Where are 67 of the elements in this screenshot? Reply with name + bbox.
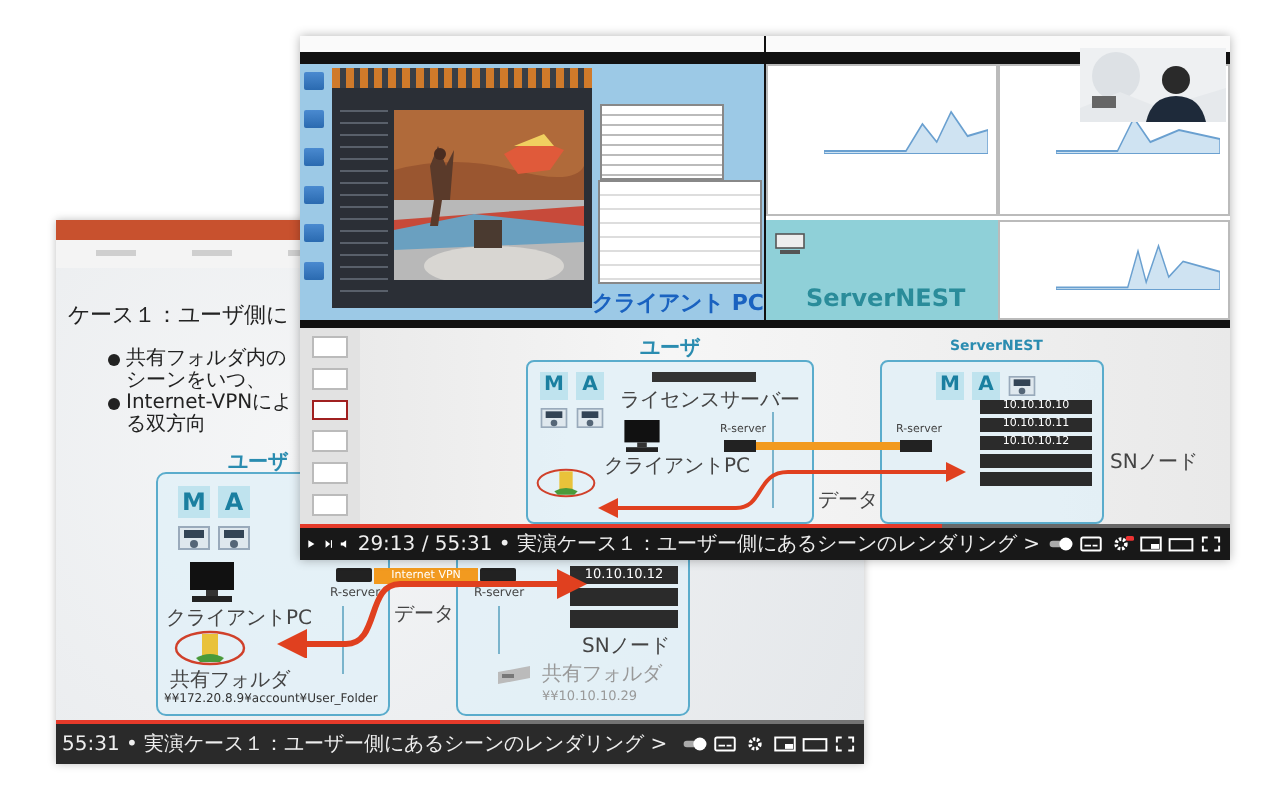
computer-icon xyxy=(620,420,664,452)
group-label: ユーザ xyxy=(640,335,700,362)
device-label: SNノード xyxy=(582,634,670,660)
subtitles-icon[interactable] xyxy=(1078,534,1105,554)
video-caption: 55:31 • 実演ケース１：ユーザー側にあるシーンのレンダリング > xyxy=(62,731,668,758)
router-icon xyxy=(336,568,372,582)
next-icon[interactable] xyxy=(323,534,333,554)
fullscreen-icon[interactable] xyxy=(1198,534,1225,554)
slide-thumbnail[interactable] xyxy=(312,367,348,390)
slide-thumbnail[interactable] xyxy=(312,336,348,358)
settings-icon[interactable] xyxy=(1108,534,1135,554)
server-node xyxy=(570,610,678,628)
device-label: クライアントPC xyxy=(166,606,313,632)
video-caption: 29:13 / 55:31 • 実演ケース１：ユーザー側にあるシーンのレンダリング > xyxy=(357,531,1041,558)
router-icon xyxy=(724,440,756,452)
folder-label: 共有フォルダ xyxy=(542,661,662,688)
app-icon: M xyxy=(936,372,964,400)
settings-icon[interactable] xyxy=(742,734,768,754)
slide-thumbnail[interactable] xyxy=(312,399,348,421)
render-node-icon xyxy=(540,408,568,428)
server-node xyxy=(980,472,1092,486)
render-node-icon xyxy=(576,408,604,428)
app-icon: M xyxy=(178,486,210,518)
theater-mode-icon[interactable] xyxy=(1168,534,1195,554)
group-label: ユーザ xyxy=(228,449,288,476)
device-label: クライアントPC xyxy=(604,454,751,480)
log-window xyxy=(600,104,724,180)
license-server-icon xyxy=(652,372,756,382)
play-icon[interactable] xyxy=(306,534,316,554)
server-node xyxy=(980,454,1092,468)
slide-thumbnail[interactable] xyxy=(312,494,348,516)
flow-label: データ xyxy=(394,602,454,628)
desktop-label: ServerNEST xyxy=(806,284,966,312)
miniplayer-icon[interactable] xyxy=(772,734,798,754)
slide-heading: ケース１：ユーザ側に xyxy=(68,300,290,330)
flow-label: データ xyxy=(818,488,878,514)
router-icon xyxy=(480,568,516,582)
bullet-text: 共有フォルダ内のシーンをいつ、 xyxy=(126,348,288,392)
device-label: ライセンスサーバー xyxy=(620,388,800,414)
folder-label: 共有フォルダ xyxy=(170,667,290,693)
bullet-icon xyxy=(108,354,120,366)
miniplayer-icon[interactable] xyxy=(1138,534,1165,554)
computer-icon[interactable] xyxy=(774,232,806,256)
render-node-icon xyxy=(218,526,250,550)
fullscreen-icon[interactable] xyxy=(832,734,858,754)
bullet-icon xyxy=(108,398,120,410)
shared-folder-icon xyxy=(174,630,246,666)
theater-mode-icon[interactable] xyxy=(802,734,828,754)
storage-icon xyxy=(494,662,534,686)
bullet-text: Internet-VPNによる双方向 xyxy=(126,392,295,436)
app-icon: A xyxy=(576,372,604,400)
app-icon: A xyxy=(218,486,250,518)
router-icon xyxy=(900,440,932,452)
subtitles-icon[interactable] xyxy=(712,734,738,754)
autoplay-toggle[interactable] xyxy=(682,734,708,754)
device-label: SNノード xyxy=(1110,450,1198,476)
server-node xyxy=(570,588,678,606)
app-icon: M xyxy=(540,372,568,400)
autoplay-toggle[interactable] xyxy=(1048,534,1075,554)
desktop-label: クライアント PC xyxy=(592,288,764,318)
shared-folder-icon xyxy=(536,468,596,498)
app-icon: A xyxy=(972,372,1000,400)
render-node-icon xyxy=(1008,376,1036,396)
computer-icon xyxy=(186,562,238,602)
slide-thumbnail[interactable] xyxy=(312,462,348,485)
slide-thumbnail[interactable] xyxy=(312,430,348,453)
render-node-icon xyxy=(178,526,210,550)
